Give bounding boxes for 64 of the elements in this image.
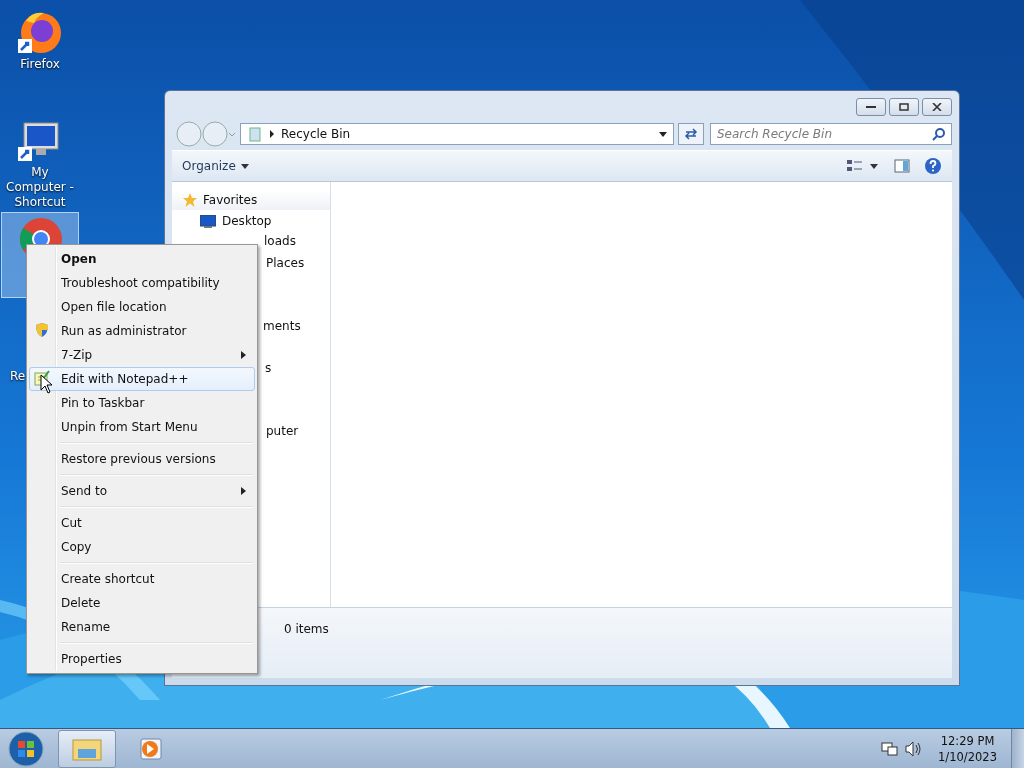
caret-icon: [240, 163, 249, 169]
maximize-button[interactable]: [889, 98, 919, 116]
network-icon[interactable]: [880, 740, 899, 757]
shortcut-label: Firefox: [20, 57, 60, 72]
chevron-icon: [269, 130, 275, 138]
address-bar[interactable]: Recycle Bin: [240, 123, 674, 145]
menu-item[interactable]: Delete: [29, 591, 255, 615]
menu-item[interactable]: Create shortcut: [29, 567, 255, 591]
refresh-button[interactable]: [678, 123, 704, 145]
menu-item[interactable]: Pin to Taskbar: [29, 391, 255, 415]
favorites-header[interactable]: Favorites: [172, 190, 330, 210]
menu-item[interactable]: Open: [29, 247, 255, 271]
close-icon: [932, 103, 942, 111]
close-button[interactable]: [922, 98, 952, 116]
menu-item[interactable]: Send to: [29, 479, 255, 503]
clock-time: 12:29 PM: [940, 732, 995, 749]
menu-item[interactable]: Cut: [29, 511, 255, 535]
menu-item[interactable]: Restore previous versions: [29, 447, 255, 471]
nav-label: Places: [266, 256, 305, 270]
show-desktop-button[interactable]: [1011, 728, 1024, 768]
play-icon: [139, 736, 163, 761]
menu-item[interactable]: Troubleshoot compatibility: [29, 271, 255, 295]
mouse-pointer-icon: [40, 374, 54, 394]
preview-pane-icon[interactable]: [894, 159, 910, 173]
search-icon: [932, 127, 946, 141]
volume-icon[interactable]: [904, 740, 923, 757]
nav-label: ments: [263, 319, 301, 333]
minimize-button[interactable]: [856, 98, 886, 116]
menu-item[interactable]: Run as administrator: [29, 319, 255, 343]
address-text: Recycle Bin: [281, 127, 352, 141]
menu-item[interactable]: Properties: [29, 647, 255, 671]
clock[interactable]: 12:29 PM 1/10/2023: [938, 732, 997, 765]
minimize-icon: [866, 105, 876, 109]
start-button[interactable]: [6, 728, 46, 768]
menu-item[interactable]: Unpin from Start Menu: [29, 415, 255, 439]
nav-label: puter: [266, 424, 299, 438]
nav-label: Desktop: [222, 214, 272, 228]
organize-button[interactable]: Organize: [182, 159, 249, 173]
monitor-icon: [200, 214, 216, 228]
menu-item[interactable]: Open file location: [29, 295, 255, 319]
help-icon[interactable]: [924, 157, 942, 175]
nav-label: loads: [264, 234, 296, 248]
desktop-shortcut[interactable]: Firefox: [1, 6, 79, 75]
nav-label: s: [265, 361, 272, 375]
menu-item[interactable]: Copy: [29, 535, 255, 559]
menu-item[interactable]: Rename: [29, 615, 255, 639]
refresh-icon: [684, 128, 698, 140]
star-icon: [182, 192, 198, 208]
menu-item[interactable]: 7-Zip: [29, 343, 255, 367]
clock-date: 1/10/2023: [938, 748, 997, 765]
shortcut-label: Re: [10, 369, 26, 384]
nav-label: Favorites: [203, 193, 258, 207]
item-count: 0 items: [284, 622, 329, 636]
nav-item[interactable]: Desktop: [172, 210, 330, 232]
maximize-icon: [899, 103, 909, 111]
search-field[interactable]: Search Recycle Bin: [710, 123, 952, 145]
shortcut-label: My Computer - Shortcut: [5, 165, 75, 210]
view-options-icon[interactable]: [846, 159, 880, 173]
folder-taskbar-button[interactable]: [58, 729, 116, 768]
desktop-shortcut[interactable]: My Computer - Shortcut: [1, 114, 79, 213]
menu-item[interactable]: Edit with Notepad++: [29, 367, 255, 391]
shield-icon: [34, 322, 50, 338]
bin-icon: [247, 126, 263, 142]
dropdown-icon[interactable]: [659, 131, 667, 137]
